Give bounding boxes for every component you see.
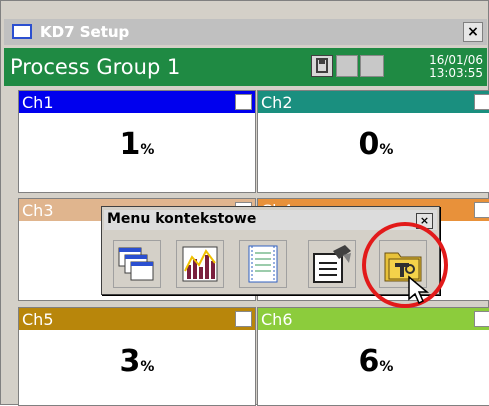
log-page-icon xyxy=(248,245,278,283)
channel-tile-ch6[interactable]: Ch6 6% xyxy=(257,307,489,406)
time-text: 13:03:55 xyxy=(429,66,483,80)
windows-button[interactable] xyxy=(113,240,161,288)
save-disk-icon[interactable] xyxy=(311,55,333,77)
mouse-pointer-icon xyxy=(408,275,430,305)
channel-name: Ch6 xyxy=(261,310,293,329)
channel-value: 6% xyxy=(258,344,489,379)
process-group-header: Process Group 1 16/01/06 13:03:55 xyxy=(4,48,487,86)
windows-icon xyxy=(118,247,154,281)
value-number: 3 xyxy=(119,344,141,379)
value-number: 0 xyxy=(358,127,380,162)
value-unit: % xyxy=(140,359,155,375)
channel-checkbox[interactable] xyxy=(235,311,252,327)
channel-value: 0% xyxy=(258,127,489,162)
channel-name: Ch1 xyxy=(22,93,54,112)
trend-chart-button[interactable] xyxy=(176,240,224,288)
value-unit: % xyxy=(140,142,155,158)
log-page-button[interactable] xyxy=(239,240,287,288)
header-button-3[interactable] xyxy=(360,55,384,77)
value-unit: % xyxy=(379,142,394,158)
app-window-icon xyxy=(12,24,32,39)
channel-checkbox[interactable] xyxy=(474,94,489,110)
window-title: KD7 Setup xyxy=(40,23,130,41)
channel-name: Ch3 xyxy=(22,201,54,220)
value-number: 6 xyxy=(358,344,380,379)
datetime: 16/01/06 13:03:55 xyxy=(421,54,483,80)
channel-tile-ch5[interactable]: Ch5 3% xyxy=(18,307,256,406)
channel-checkbox[interactable] xyxy=(474,311,489,327)
channel-name: Ch5 xyxy=(22,310,54,329)
channel-header: Ch5 xyxy=(19,308,255,330)
value-unit: % xyxy=(379,359,394,375)
channel-name: Ch2 xyxy=(261,93,293,112)
close-button[interactable]: × xyxy=(463,22,483,42)
channel-tile-ch1[interactable]: Ch1 1% xyxy=(18,90,256,193)
header-button-2[interactable] xyxy=(336,55,358,77)
channel-checkbox[interactable] xyxy=(474,202,489,218)
edit-document-icon xyxy=(313,245,351,283)
channel-checkbox[interactable] xyxy=(235,94,252,110)
trend-chart-icon xyxy=(182,246,218,282)
context-menu-title: Menu kontekstowe xyxy=(107,211,257,227)
value-number: 1 xyxy=(119,127,141,162)
channel-value: 3% xyxy=(19,344,255,379)
kd7-setup-window: KD7 Setup × Process Group 1 16/01/06 13:… xyxy=(0,0,489,406)
channel-header: Ch1 xyxy=(19,91,255,113)
channel-header: Ch2 xyxy=(258,91,489,113)
channel-tile-ch2[interactable]: Ch2 0% xyxy=(257,90,489,193)
channel-header: Ch6 xyxy=(258,308,489,330)
process-group-name: Process Group 1 xyxy=(10,55,181,79)
highlight-circle xyxy=(362,222,448,308)
edit-document-button[interactable] xyxy=(308,240,356,288)
channel-value: 1% xyxy=(19,127,255,162)
title-bar: KD7 Setup × xyxy=(4,19,487,45)
